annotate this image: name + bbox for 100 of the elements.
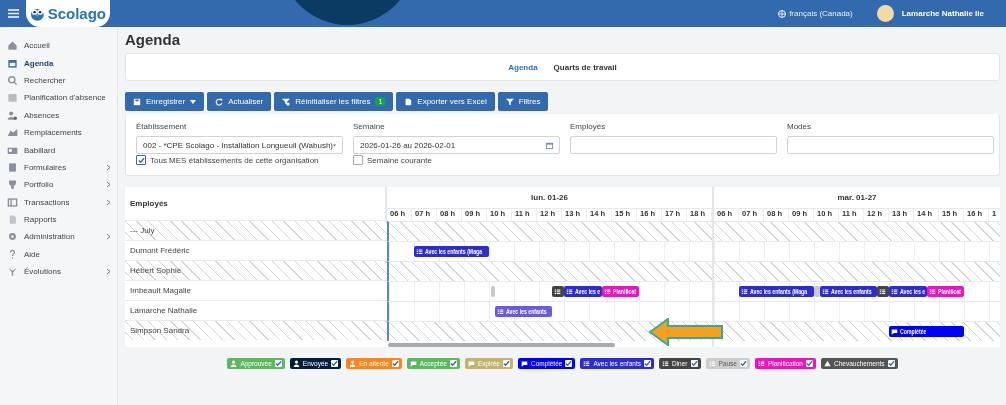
list-icon <box>566 288 573 295</box>
menu-item-icon <box>7 161 18 173</box>
checkbox[interactable] <box>565 360 573 367</box>
filter-icon <box>505 97 514 106</box>
tab[interactable]: Quarts de travail <box>553 62 617 72</box>
list-icon <box>553 288 561 295</box>
toolbar-button[interactable]: Enregistrer <box>125 92 205 111</box>
drag-handle[interactable] <box>491 286 496 297</box>
checkbox[interactable] <box>643 360 651 367</box>
checkbox[interactable] <box>739 360 747 367</box>
sidebar-item[interactable]: Babillard <box>0 141 117 159</box>
menu-item-icon <box>7 266 18 278</box>
input-field[interactable] <box>570 136 777 154</box>
sidebar-item[interactable]: Planification d'absence <box>0 89 117 107</box>
caret-icon <box>333 143 336 147</box>
sidebar-item[interactable]: Transactions <box>0 193 117 211</box>
menu-item-icon <box>7 214 18 226</box>
drag-handle-icon <box>816 287 819 296</box>
list-icon <box>757 360 765 367</box>
chat-bubble-icon <box>891 328 898 335</box>
date-field[interactable]: 2026-01-26 au 2026-02-01 <box>353 136 560 154</box>
drag-handle[interactable] <box>814 286 821 297</box>
event-bar[interactable] <box>876 286 889 297</box>
sidebar-item[interactable]: Agenda <box>0 54 117 72</box>
toolbar-button[interactable]: Filtres <box>497 92 549 111</box>
list-icon <box>891 288 898 295</box>
tab[interactable]: Agenda <box>508 62 538 72</box>
warning-icon <box>824 360 831 367</box>
employee-name: --- July <box>130 226 155 235</box>
list-icon <box>928 288 936 295</box>
checkbox[interactable] <box>331 360 339 367</box>
employee-name: Lamarche Nathalie <box>130 306 198 315</box>
language-selector[interactable]: français (Canada) <box>778 9 853 18</box>
select-field[interactable]: 002 - *CPE Scolago - Installation Longueuil (Wabush) <box>136 136 343 154</box>
menu-item-icon <box>7 179 18 191</box>
toolbar-button[interactable]: Actualiser <box>207 92 272 111</box>
chat-bubble-icon <box>467 360 475 367</box>
refresh-icon <box>215 97 224 106</box>
sidebar-item[interactable]: Remplacements <box>0 123 117 142</box>
input-field[interactable] <box>787 136 994 154</box>
logo[interactable]: Scolago <box>26 0 110 27</box>
sidebar-item[interactable]: Évolutions <box>0 263 117 281</box>
scrollbar[interactable] <box>388 343 615 347</box>
document-icon <box>404 97 413 106</box>
toolbar-button[interactable]: Exporter vers Excel <box>396 92 495 111</box>
checkbox[interactable] <box>690 360 698 367</box>
chat-bubble-icon <box>409 360 417 367</box>
sidebar-item[interactable]: Rapports <box>0 210 117 229</box>
event-bar[interactable] <box>551 286 564 297</box>
funnel-icon <box>282 97 291 106</box>
checkbox[interactable] <box>353 155 363 165</box>
globe-icon <box>778 9 787 18</box>
list-icon <box>661 360 669 367</box>
employee-name: Hébert Sophie <box>130 266 182 275</box>
menu-item-icon <box>7 74 18 86</box>
menu-item-icon <box>7 109 18 121</box>
page-title: Agenda <box>125 31 181 50</box>
sidebar-item[interactable]: Administration <box>0 228 117 246</box>
sidebar-item[interactable]: Absences <box>0 106 117 124</box>
sidebar-item[interactable]: Formulaires <box>0 158 117 177</box>
sidebar-item[interactable]: Accueil <box>0 37 117 55</box>
user-name[interactable]: Lamarche Nathalie lie <box>901 9 984 18</box>
checkbox[interactable] <box>136 155 146 165</box>
sidebar-item[interactable]: Portfolio <box>0 176 117 194</box>
calendar-icon <box>546 141 553 149</box>
checkbox[interactable] <box>806 360 813 367</box>
list-icon <box>497 308 505 315</box>
list-icon <box>741 288 748 295</box>
menu-item-icon <box>7 57 18 69</box>
checkbox[interactable] <box>502 360 510 367</box>
sidebar-item[interactable]: Aide <box>0 245 117 264</box>
person-icon <box>292 360 300 367</box>
menu-item-icon <box>7 127 18 139</box>
menu-item-icon <box>7 231 18 243</box>
field-label: Établissement <box>136 122 187 131</box>
list-icon <box>878 288 886 295</box>
menu-icon[interactable] <box>7 9 19 18</box>
list-icon <box>583 360 591 367</box>
checkbox[interactable] <box>887 360 895 367</box>
checkbox[interactable] <box>274 360 282 367</box>
avatar[interactable] <box>876 5 894 22</box>
list-icon <box>822 288 830 295</box>
checkbox[interactable] <box>449 360 457 367</box>
employee-name: Dumont Frédéric <box>130 246 190 255</box>
list-icon <box>708 360 716 367</box>
sidebar-item[interactable]: Rechercher <box>0 71 117 90</box>
list-icon <box>416 248 423 255</box>
field-label: Modes <box>787 122 811 131</box>
menu-item-icon <box>7 248 18 260</box>
day-header: mar. 01-27 <box>837 193 877 202</box>
field-label: Employés <box>570 122 606 131</box>
list-icon <box>603 288 611 295</box>
caret-icon <box>190 99 197 104</box>
column-header: Employés <box>130 199 168 208</box>
menu-item-icon <box>7 196 18 208</box>
person-icon <box>230 360 238 367</box>
checkbox[interactable] <box>391 360 399 367</box>
field-label: Semaine <box>353 122 385 131</box>
checkbox-label: Semaine courante <box>367 155 432 165</box>
day-header: lun. 01-26 <box>531 193 568 202</box>
